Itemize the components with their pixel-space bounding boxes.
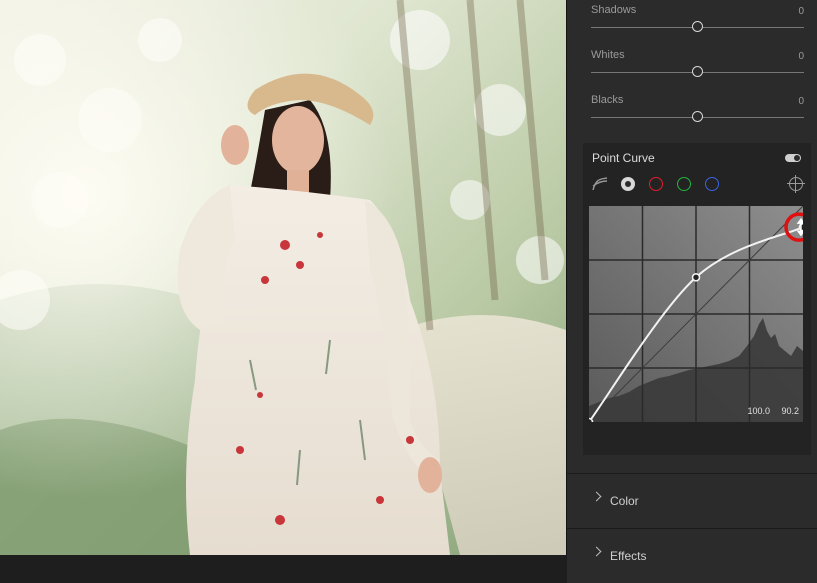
curve-point[interactable] bbox=[691, 272, 701, 282]
curve-output-readout: 90.2 bbox=[781, 406, 799, 416]
slider-label: Whites bbox=[591, 49, 625, 61]
point-curve-toggle[interactable] bbox=[785, 154, 801, 162]
chevron-right-icon bbox=[591, 491, 602, 502]
slider-handle[interactable] bbox=[692, 111, 703, 122]
crosshair-v bbox=[795, 175, 796, 193]
point-curve-graph[interactable]: 100.0 90.2 bbox=[589, 206, 803, 422]
photo-image bbox=[0, 0, 566, 555]
slider-label: Blacks bbox=[591, 94, 624, 106]
blue-channel-button[interactable] bbox=[705, 177, 719, 191]
slider-value[interactable]: 0 bbox=[798, 6, 804, 17]
parametric-curve-icon[interactable] bbox=[592, 177, 608, 191]
green-channel-button[interactable] bbox=[677, 177, 691, 191]
selected-dot-icon bbox=[625, 181, 631, 187]
target-adjust-icon[interactable] bbox=[787, 175, 805, 193]
curve-point[interactable] bbox=[589, 417, 594, 423]
slider-handle[interactable] bbox=[692, 66, 703, 77]
curve-input-readout: 100.0 bbox=[747, 406, 770, 416]
develop-panel: Shadows 0 Whites 0 Blacks 0 Point Curve bbox=[566, 0, 817, 583]
photo-preview bbox=[0, 0, 566, 555]
section-color[interactable]: Color bbox=[567, 473, 817, 528]
slider-handle[interactable] bbox=[692, 21, 703, 32]
slider-whites[interactable]: Whites 0 bbox=[567, 45, 817, 89]
slider-label: Shadows bbox=[591, 4, 637, 16]
section-effects[interactable]: Effects bbox=[567, 528, 817, 583]
slider-value[interactable]: 0 bbox=[798, 96, 804, 107]
crosshair-h bbox=[787, 183, 805, 184]
rgb-channel-button[interactable] bbox=[621, 177, 635, 191]
slider-blacks[interactable]: Blacks 0 bbox=[567, 90, 817, 134]
parametric-curve-icon-glyph bbox=[592, 177, 608, 191]
slider-shadows[interactable]: Shadows 0 bbox=[567, 0, 817, 44]
red-channel-button[interactable] bbox=[649, 177, 663, 191]
point-curve-panel: Point Curve 100.0 90.2 bbox=[583, 143, 811, 455]
section-label: Color bbox=[610, 494, 639, 508]
slider-value[interactable]: 0 bbox=[798, 51, 804, 62]
section-label: Effects bbox=[610, 549, 647, 563]
point-curve-title: Point Curve bbox=[592, 151, 655, 165]
